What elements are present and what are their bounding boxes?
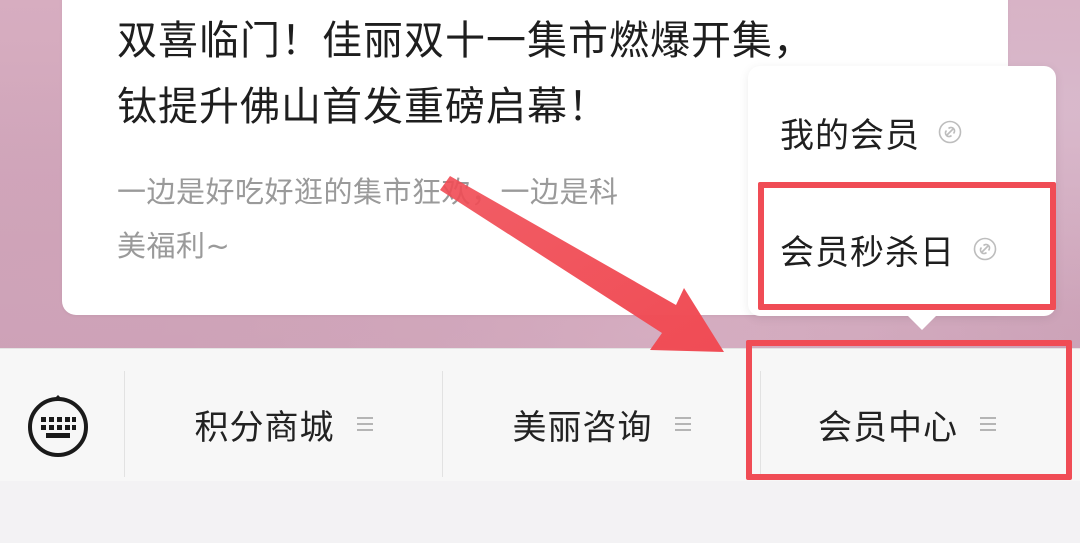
submenu-item-label: 我的会员 xyxy=(780,115,920,156)
highlight-box-member-center xyxy=(746,340,1072,480)
menu-lines-icon xyxy=(356,417,373,431)
highlight-box-flash-sale xyxy=(758,182,1056,310)
menu-tab-beauty-consult[interactable]: 美丽咨询 xyxy=(443,369,760,479)
submenu-item-my-membership[interactable]: 我的会员 xyxy=(780,92,962,172)
article-description: 一边是好吃好逛的集市狂欢，一边是科 美福利~ xyxy=(117,165,757,273)
article-title-line1: 双喜临门！佳丽双十一集市燃爆开集， xyxy=(117,18,814,64)
mini-program-link-icon xyxy=(938,120,962,144)
menu-tab-points-mall[interactable]: 积分商城 xyxy=(125,369,442,479)
menu-tab-label: 美丽咨询 xyxy=(512,407,653,448)
article-desc-line1: 一边是好吃好逛的集市狂欢，一边是科 xyxy=(117,175,619,209)
menu-lines-icon xyxy=(674,417,691,431)
keyboard-toggle-button[interactable] xyxy=(26,393,90,457)
keyboard-icon xyxy=(28,395,88,457)
article-desc-line2: 美福利~ xyxy=(117,229,231,263)
menu-tab-label: 积分商城 xyxy=(194,407,335,448)
